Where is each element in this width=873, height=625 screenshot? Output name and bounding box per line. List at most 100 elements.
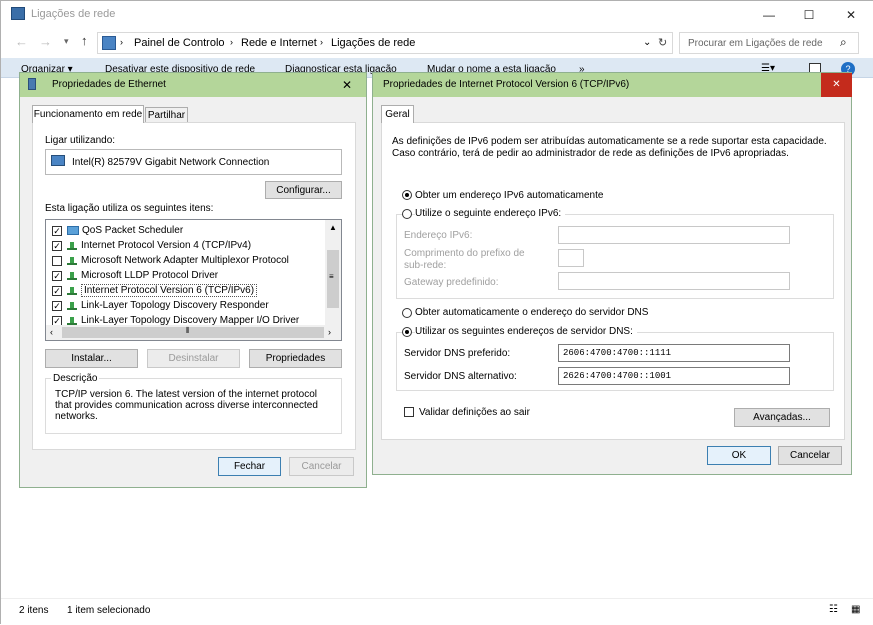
alternate-dns-label: Servidor DNS alternativo: xyxy=(404,371,517,382)
protocol-icon xyxy=(67,256,77,266)
checkbox[interactable]: ✓ xyxy=(52,315,62,326)
install-button[interactable]: Instalar... xyxy=(45,349,138,368)
ipv6-dialog-title: Propriedades de Internet Protocol Versio… xyxy=(383,79,630,90)
checkbox[interactable]: ✓ xyxy=(52,225,62,236)
list-item-selected[interactable]: ✓ Internet Protocol Version 6 (TCP/IPv6) xyxy=(52,283,322,298)
scroll-right-icon[interactable]: › xyxy=(328,327,331,337)
network-adapter-icon xyxy=(51,155,65,166)
close-button[interactable]: Fechar xyxy=(218,457,281,476)
list-item[interactable]: ✓ Link-Layer Topology Discovery Responde… xyxy=(52,298,322,313)
status-selected: 1 item selecionado xyxy=(67,605,151,616)
forward-icon[interactable]: → xyxy=(39,34,52,49)
uninstall-button[interactable]: Desinstalar xyxy=(147,349,240,368)
breadcrumb-item[interactable]: Painel de Controlo xyxy=(134,37,225,49)
control-panel-icon xyxy=(102,36,116,50)
validate-label[interactable]: Validar definições ao sair xyxy=(419,407,530,418)
horizontal-scrollbar[interactable]: ‹ ⦀ › xyxy=(46,325,341,340)
cancel-button[interactable]: Cancelar xyxy=(289,457,354,476)
configure-button[interactable]: Configurar... xyxy=(265,181,342,199)
checkbox[interactable] xyxy=(52,255,62,266)
tab-general[interactable]: Geral xyxy=(381,105,414,123)
alternate-dns-input[interactable]: 2626:4700:4700::1001 xyxy=(558,367,790,385)
ethernet-dialog-title: Propriedades de Ethernet xyxy=(52,79,166,90)
prefix-length-input[interactable] xyxy=(558,249,584,267)
validate-checkbox[interactable] xyxy=(404,407,414,417)
ethernet-dialog-titlebar[interactable]: Propriedades de Ethernet ✕ xyxy=(20,73,366,97)
address-bar[interactable]: › Painel de Controlo › Rede e Internet ›… xyxy=(97,32,673,54)
list-item-label: Microsoft LLDP Protocol Driver xyxy=(81,270,219,281)
manual-ip-label[interactable]: Utilize o seguinte endereço IPv6: xyxy=(415,208,566,219)
list-item[interactable]: ✓ Microsoft LLDP Protocol Driver xyxy=(52,268,322,283)
ethernet-properties-dialog: Propriedades de Ethernet ✕ Funcionamento… xyxy=(19,72,367,488)
explorer-title: Ligações de rede xyxy=(31,8,116,20)
checkbox[interactable]: ✓ xyxy=(52,270,62,281)
general-tab-panel: As definições de IPv6 podem ser atribuíd… xyxy=(381,122,845,440)
scroll-thumb[interactable] xyxy=(62,327,324,338)
vertical-scrollbar[interactable]: ▲ ≡ xyxy=(325,220,341,325)
checkbox[interactable]: ✓ xyxy=(52,300,62,311)
scroll-grip-icon: ≡ xyxy=(329,272,334,281)
list-item[interactable]: ✓ QoS Packet Scheduler xyxy=(52,223,322,238)
auto-dns-radio[interactable] xyxy=(402,308,412,318)
advanced-button[interactable]: Avançadas... xyxy=(734,408,830,427)
close-icon: ✕ xyxy=(832,79,841,90)
up-icon[interactable]: ↑ xyxy=(81,33,88,48)
intro-text: As definições de IPv6 podem ser atribuíd… xyxy=(392,136,827,159)
details-view-icon[interactable]: ☷ xyxy=(829,604,838,615)
manual-dns-label[interactable]: Utilizar os seguintes endereços de servi… xyxy=(415,326,637,337)
cancel-button[interactable]: Cancelar xyxy=(778,446,842,465)
minimize-button[interactable]: — xyxy=(749,1,789,28)
checkbox[interactable]: ✓ xyxy=(52,240,62,251)
list-item-label: Microsoft Network Adapter Multiplexor Pr… xyxy=(81,255,289,266)
search-input[interactable]: Procurar em Ligações de rede ⌕ xyxy=(679,32,859,54)
close-button[interactable]: ✕ xyxy=(831,1,871,28)
search-icon[interactable]: ⌕ xyxy=(840,35,847,50)
chevron-down-icon[interactable]: ⌄ xyxy=(643,37,651,48)
networking-tab-panel: Ligar utilizando: Intel(R) 82579V Gigabi… xyxy=(32,122,356,450)
preferred-dns-input[interactable]: 2606:4700:4700::1111 xyxy=(558,344,790,362)
protocol-icon xyxy=(67,316,77,326)
list-item-label: Internet Protocol Version 6 (TCP/IPv6) xyxy=(81,284,258,297)
tab-networking[interactable]: Funcionamento em rede xyxy=(32,105,144,123)
adapter-name: Intel(R) 82579V Gigabit Network Connecti… xyxy=(72,157,270,168)
auto-dns-label[interactable]: Obter automaticamente o endereço do serv… xyxy=(415,307,648,318)
auto-ip-label[interactable]: Obter um endereço IPv6 automaticamente xyxy=(415,190,603,201)
scroll-up-icon[interactable]: ▲ xyxy=(329,223,337,232)
gateway-input[interactable] xyxy=(558,272,790,290)
close-button[interactable]: ✕ xyxy=(821,73,852,97)
breadcrumb-separator-icon: › xyxy=(320,37,323,47)
recent-chevron-icon[interactable]: ▾ xyxy=(64,36,69,47)
scroll-left-icon[interactable]: ‹ xyxy=(50,327,53,337)
prefix-label: Comprimento do prefixo de sub-rede: xyxy=(404,248,525,271)
ok-button[interactable]: OK xyxy=(707,446,771,465)
address-label: Endereço IPv6: xyxy=(404,230,473,241)
status-item-count: 2 itens xyxy=(19,605,49,616)
status-bar: 2 itens 1 item selecionado ☷ ▦ xyxy=(1,598,873,625)
breadcrumb-separator-icon: › xyxy=(120,37,123,47)
explorer-titlebar[interactable]: Ligações de rede — ☐ ✕ xyxy=(1,1,873,28)
back-icon[interactable]: ← xyxy=(15,34,28,49)
manual-dns-radio[interactable] xyxy=(402,327,412,337)
properties-button[interactable]: Propriedades xyxy=(249,349,342,368)
breadcrumb-item[interactable]: Rede e Internet xyxy=(241,37,317,49)
description-label: Descrição xyxy=(51,373,100,384)
ipv6-dialog-titlebar[interactable]: Propriedades de Internet Protocol Versio… xyxy=(373,73,852,97)
close-icon[interactable]: ✕ xyxy=(342,78,352,92)
refresh-icon[interactable]: ↻ xyxy=(658,36,667,49)
breadcrumb-item[interactable]: Ligações de rede xyxy=(331,37,415,49)
checkbox[interactable]: ✓ xyxy=(52,285,62,296)
breadcrumb-separator-icon: › xyxy=(230,37,233,47)
description-text: TCP/IP version 6. The latest version of … xyxy=(55,389,318,422)
auto-ip-radio[interactable] xyxy=(402,190,412,200)
address-row: ← → ▾ ↑ › Painel de Controlo › Rede e In… xyxy=(1,28,873,58)
scroll-grip-icon: ⦀ xyxy=(186,326,190,335)
list-item[interactable]: ✓ Internet Protocol Version 4 (TCP/IPv4) xyxy=(52,238,322,253)
large-icons-view-icon[interactable]: ▦ xyxy=(851,604,860,615)
ipv6-address-input[interactable] xyxy=(558,226,790,244)
tab-sharing[interactable]: Partilhar xyxy=(145,107,188,123)
manual-ip-radio[interactable] xyxy=(402,209,412,219)
maximize-button[interactable]: ☐ xyxy=(789,1,829,28)
network-folder-icon xyxy=(11,7,25,20)
qos-icon xyxy=(67,226,79,235)
list-item[interactable]: Microsoft Network Adapter Multiplexor Pr… xyxy=(52,253,322,268)
